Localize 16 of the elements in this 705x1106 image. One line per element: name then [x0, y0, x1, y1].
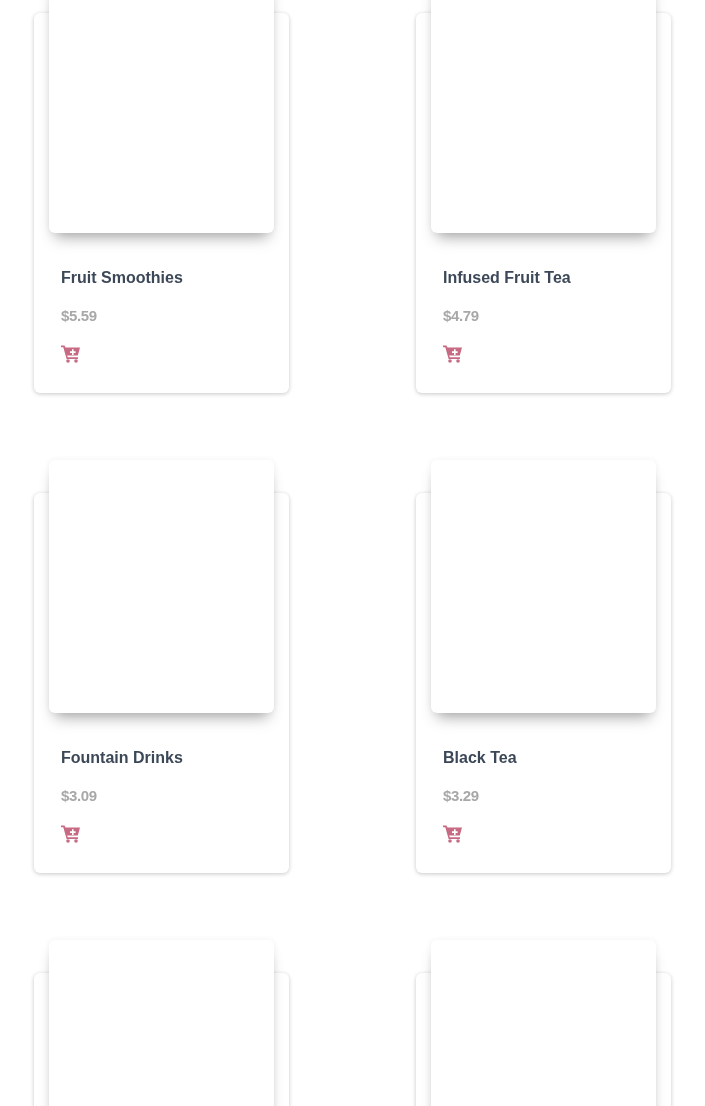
add-to-cart-button[interactable] — [443, 343, 463, 363]
cart-plus-icon — [61, 343, 81, 363]
product-name: Fruit Smoothies — [61, 268, 183, 288]
product-name: Black Tea — [443, 748, 517, 768]
product-price: $4.79 — [443, 306, 479, 326]
cart-plus-icon — [443, 343, 463, 363]
add-to-cart-button[interactable] — [61, 343, 81, 363]
product-price: $5.59 — [61, 306, 97, 326]
cart-plus-icon — [61, 823, 81, 843]
cart-plus-icon — [443, 823, 463, 843]
product-name: Infused Fruit Tea — [443, 268, 571, 288]
product-price: $3.29 — [443, 786, 479, 806]
add-to-cart-button[interactable] — [443, 823, 463, 843]
product-price: $3.09 — [61, 786, 97, 806]
add-to-cart-button[interactable] — [61, 823, 81, 843]
product-name: Fountain Drinks — [61, 748, 183, 768]
